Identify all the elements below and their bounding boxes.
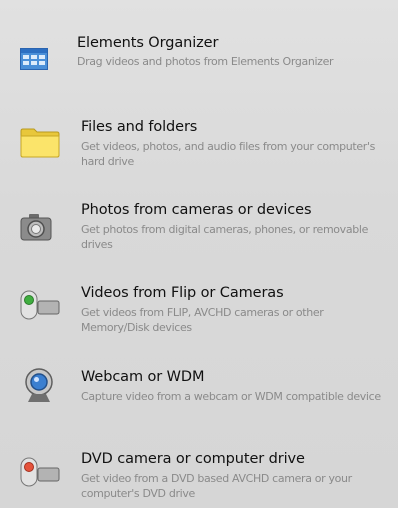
source-dvd-camera-or-drive[interactable]: DVD camera or computer drive Get video f… [0, 444, 398, 508]
source-description: Get video from a DVD based AVCHD camera … [81, 472, 352, 500]
photo-camera-icon [20, 214, 52, 241]
source-title: DVD camera or computer drive [81, 451, 305, 467]
source-description: Get videos, photos, and audio files from… [81, 140, 376, 168]
organizer-grid-icon [20, 48, 48, 70]
source-title: Photos from cameras or devices [81, 202, 312, 218]
video-camera-icon [20, 290, 60, 320]
source-webcam-or-wdm[interactable]: Webcam or WDM Capture video from a webca… [0, 360, 398, 432]
source-photos-from-cameras[interactable]: Photos from cameras or devices Get photo… [0, 193, 398, 265]
folder-icon [20, 128, 60, 158]
source-description: Get videos from FLIP, AVCHD cameras or o… [81, 306, 324, 334]
source-files-and-folders[interactable]: Files and folders Get videos, photos, an… [0, 110, 398, 180]
source-title: Elements Organizer [77, 35, 219, 51]
source-title: Webcam or WDM [81, 369, 205, 385]
source-description: Get photos from digital cameras, phones,… [81, 223, 368, 251]
webcam-icon [25, 368, 53, 402]
add-media-panel: Elements Organizer Drag videos and photo… [0, 0, 398, 508]
source-description: Drag videos and photos from Elements Org… [77, 55, 334, 68]
dvd-camera-icon [20, 457, 60, 487]
source-videos-from-flip[interactable]: Videos from Flip or Cameras Get videos f… [0, 276, 398, 348]
source-description: Capture video from a webcam or WDM compa… [81, 390, 381, 403]
source-title: Files and folders [81, 119, 198, 135]
source-elements-organizer[interactable]: Elements Organizer Drag videos and photo… [0, 30, 398, 90]
source-title: Videos from Flip or Cameras [81, 285, 284, 301]
